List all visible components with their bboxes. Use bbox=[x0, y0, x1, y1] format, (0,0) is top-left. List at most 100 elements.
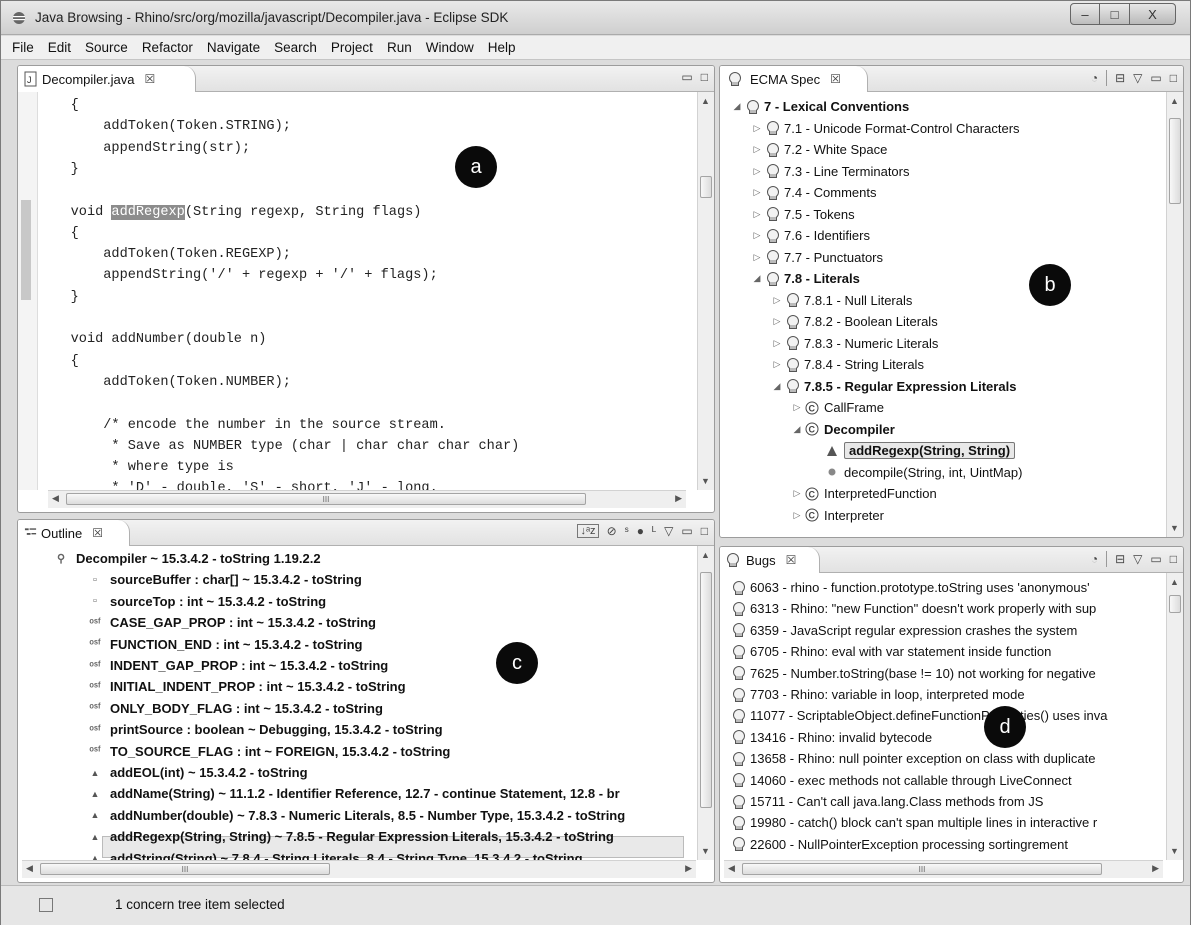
bugs-horizontal-scrollbar[interactable]: ◀ III ▶ bbox=[724, 860, 1163, 878]
tree-item[interactable]: addRegexp(String, String) bbox=[810, 440, 1016, 461]
maximize-view-icon[interactable]: □ bbox=[701, 524, 708, 538]
collapsed-twisty-icon[interactable]: ▷ bbox=[770, 316, 784, 327]
hide-fields-icon[interactable]: ⊘ bbox=[607, 524, 617, 538]
tree-item[interactable]: ▷ 7.8.3 - Numeric Literals bbox=[770, 333, 939, 354]
outline-item[interactable]: ▲ addNumber(double) ~ 7.8.3 - Numeric Lit… bbox=[88, 805, 626, 826]
collapse-all-icon[interactable]: ⊟ bbox=[1115, 552, 1125, 566]
scroll-thumb[interactable] bbox=[1169, 595, 1181, 613]
collapsed-twisty-icon[interactable]: ▷ bbox=[750, 252, 764, 263]
scroll-thumb[interactable] bbox=[700, 176, 712, 198]
outline-item[interactable]: ᵒˢᶠ INDENT_GAP_PROP : int ~ 15.3.4.2 - to… bbox=[88, 655, 388, 676]
bugs-vertical-scrollbar[interactable]: ▲ ▼ bbox=[1166, 573, 1183, 860]
scroll-left-arrow[interactable]: ◀ bbox=[52, 493, 59, 504]
bug-item[interactable]: 22600 - NullPointerException processing … bbox=[730, 834, 1068, 855]
bug-item[interactable]: 7625 - Number.toString(base != 10) not w… bbox=[730, 663, 1096, 684]
close-tab-icon[interactable]: ☒ bbox=[830, 72, 841, 86]
scroll-right-arrow[interactable]: ▶ bbox=[1152, 863, 1159, 874]
outline-item[interactable]: ᵒˢᶠ CASE_GAP_PROP : int ~ 15.3.4.2 - toSt… bbox=[88, 612, 376, 633]
hscroll-thumb[interactable]: III bbox=[66, 493, 586, 505]
bug-item[interactable]: 13416 - Rhino: invalid bytecode bbox=[730, 727, 932, 748]
collapsed-twisty-icon[interactable]: ▷ bbox=[790, 488, 804, 499]
outline-item-selected[interactable]: ▲ addRegexp(String, String) ~ 7.8.5 - Reg… bbox=[88, 826, 614, 847]
view-menu-icon[interactable]: ▽ bbox=[664, 524, 673, 538]
menu-navigate[interactable]: Navigate bbox=[200, 40, 267, 55]
tree-item[interactable]: ▷ 7.8.2 - Boolean Literals bbox=[770, 311, 938, 332]
expanded-twisty-icon[interactable]: ◢ bbox=[790, 424, 804, 435]
outline-item[interactable]: ᵒˢᶠ printSource : boolean ~ Debugging, 15… bbox=[88, 719, 442, 740]
editor-vertical-scrollbar[interactable]: ▲ ▼ bbox=[697, 92, 714, 490]
scroll-up-arrow[interactable]: ▲ bbox=[701, 550, 710, 560]
bug-item[interactable]: 13658 - Rhino: null pointer exception on… bbox=[730, 748, 1095, 769]
ecma-concern-tree[interactable]: ◢ 7 - Lexical Conventions ▷ 7.1 - Unicode F… bbox=[720, 92, 1165, 537]
concern-filter-icon[interactable]: ◔ bbox=[1091, 552, 1098, 566]
collapsed-twisty-icon[interactable]: ▷ bbox=[790, 402, 804, 413]
bug-item[interactable]: 14060 - exec methods not callable throug… bbox=[730, 770, 1072, 791]
bug-item[interactable]: 19980 - catch() block can't span multipl… bbox=[730, 812, 1097, 833]
collapsed-twisty-icon[interactable]: ▷ bbox=[750, 209, 764, 220]
scroll-down-arrow[interactable]: ▼ bbox=[1170, 846, 1179, 856]
close-button[interactable]: X bbox=[1130, 3, 1176, 25]
expanded-twisty-icon[interactable]: ◢ bbox=[730, 101, 744, 112]
bug-item[interactable]: 6705 - Rhino: eval with var statement in… bbox=[730, 641, 1051, 662]
view-menu-icon[interactable]: ▽ bbox=[1133, 71, 1142, 85]
tree-item[interactable]: ▷ 7.5 - Tokens bbox=[750, 204, 855, 225]
close-tab-icon[interactable]: ☒ bbox=[786, 553, 797, 567]
outline-item[interactable]: ▲ addEOL(int) ~ 15.3.4.2 - toString bbox=[88, 762, 308, 783]
scroll-down-arrow[interactable]: ▼ bbox=[701, 476, 710, 486]
menu-source[interactable]: Source bbox=[78, 40, 135, 55]
maximize-view-icon[interactable]: □ bbox=[1170, 71, 1177, 85]
collapsed-twisty-icon[interactable]: ▷ bbox=[750, 123, 764, 134]
scroll-up-arrow[interactable]: ▲ bbox=[1170, 96, 1179, 106]
tree-item[interactable]: ◢ 7.8.5 - Regular Expression Literals bbox=[770, 376, 1017, 397]
outline-tree[interactable]: ⚲ Decompiler ~ 15.3.4.2 - toString 1.19.2… bbox=[18, 546, 696, 882]
bug-item[interactable]: 6063 - rhino - function.prototype.toStri… bbox=[730, 577, 1090, 598]
collapsed-twisty-icon[interactable]: ▷ bbox=[770, 295, 784, 306]
menu-run[interactable]: Run bbox=[380, 40, 419, 55]
bug-item[interactable]: 7703 - Rhino: variable in loop, interpre… bbox=[730, 684, 1025, 705]
tree-item[interactable]: ▷ 7.4 - Comments bbox=[750, 182, 877, 203]
menu-window[interactable]: Window bbox=[419, 40, 481, 55]
outline-item[interactable]: ᵒˢᶠ FUNCTION_END : int ~ 15.3.4.2 - toStr… bbox=[88, 634, 362, 655]
menu-project[interactable]: Project bbox=[324, 40, 380, 55]
bug-item[interactable]: 15711 - Can't call java.lang.Class metho… bbox=[730, 791, 1043, 812]
outline-vertical-scrollbar[interactable]: ▲ ▼ bbox=[697, 546, 714, 860]
minimize-view-icon[interactable]: ▭ bbox=[1150, 552, 1161, 566]
editor-horizontal-scrollbar[interactable]: ◀ III ▶ bbox=[48, 490, 686, 508]
tree-item[interactable]: ▷ 7.2 - White Space bbox=[750, 139, 888, 160]
tab-outline[interactable]: Outline ☒ bbox=[18, 520, 130, 546]
tree-item[interactable]: ▷ 7.3 - Line Terminators bbox=[750, 161, 910, 182]
collapsed-twisty-icon[interactable]: ▷ bbox=[790, 510, 804, 521]
outline-item[interactable]: ⚲ Decompiler ~ 15.3.4.2 - toString 1.19.2… bbox=[54, 548, 321, 569]
hide-local-types-icon[interactable]: ᴸ bbox=[652, 524, 656, 538]
minimize-view-icon[interactable]: ▭ bbox=[681, 524, 692, 538]
tree-item[interactable]: ◢ 7 - Lexical Conventions bbox=[730, 96, 910, 117]
collapsed-twisty-icon[interactable]: ▷ bbox=[770, 359, 784, 370]
tree-item[interactable]: ◢ C Decompiler bbox=[790, 419, 895, 440]
maximize-button[interactable]: □ bbox=[1100, 3, 1130, 25]
minimize-button[interactable]: – bbox=[1070, 3, 1100, 25]
tree-item[interactable]: ▷ C InterpretedFunction bbox=[790, 483, 937, 504]
tree-item[interactable]: ▷ C Interpreter bbox=[790, 505, 884, 526]
tree-item[interactable]: decompile(String, int, UintMap) bbox=[810, 462, 1022, 483]
scroll-left-arrow[interactable]: ◀ bbox=[728, 863, 735, 874]
tab-decompiler-java[interactable]: J Decompiler.java ☒ bbox=[18, 66, 196, 92]
maximize-view-icon[interactable]: □ bbox=[701, 70, 708, 84]
view-menu-icon[interactable]: ▽ bbox=[1133, 552, 1142, 566]
collapsed-twisty-icon[interactable]: ▷ bbox=[750, 230, 764, 241]
minimize-view-icon[interactable]: ▭ bbox=[681, 70, 692, 84]
outline-item[interactable]: ᵒˢᶠ TO_SOURCE_FLAG : int ~ FOREIGN, 15.3.… bbox=[88, 741, 450, 762]
hscroll-thumb[interactable]: III bbox=[40, 863, 330, 875]
bug-item[interactable]: 6313 - Rhino: "new Function" doesn't wor… bbox=[730, 598, 1096, 619]
tree-item[interactable]: ▷ 7.6 - Identifiers bbox=[750, 225, 870, 246]
outline-item[interactable]: ᵒˢᶠ INITIAL_INDENT_PROP : int ~ 15.3.4.2 … bbox=[88, 676, 405, 697]
close-tab-icon[interactable]: ☒ bbox=[92, 526, 103, 540]
concern-filter-icon[interactable]: ◔ bbox=[1091, 71, 1098, 85]
scroll-thumb[interactable] bbox=[1169, 118, 1181, 204]
scroll-thumb[interactable] bbox=[700, 572, 712, 808]
sort-icon[interactable]: ↓ᵃz bbox=[577, 524, 599, 538]
collapsed-twisty-icon[interactable]: ▷ bbox=[750, 187, 764, 198]
scroll-right-arrow[interactable]: ▶ bbox=[675, 493, 682, 504]
tree-item[interactable]: ▷ 7.1 - Unicode Format-Control Characters bbox=[750, 118, 1020, 139]
maximize-view-icon[interactable]: □ bbox=[1170, 552, 1177, 566]
scroll-down-arrow[interactable]: ▼ bbox=[701, 846, 710, 856]
